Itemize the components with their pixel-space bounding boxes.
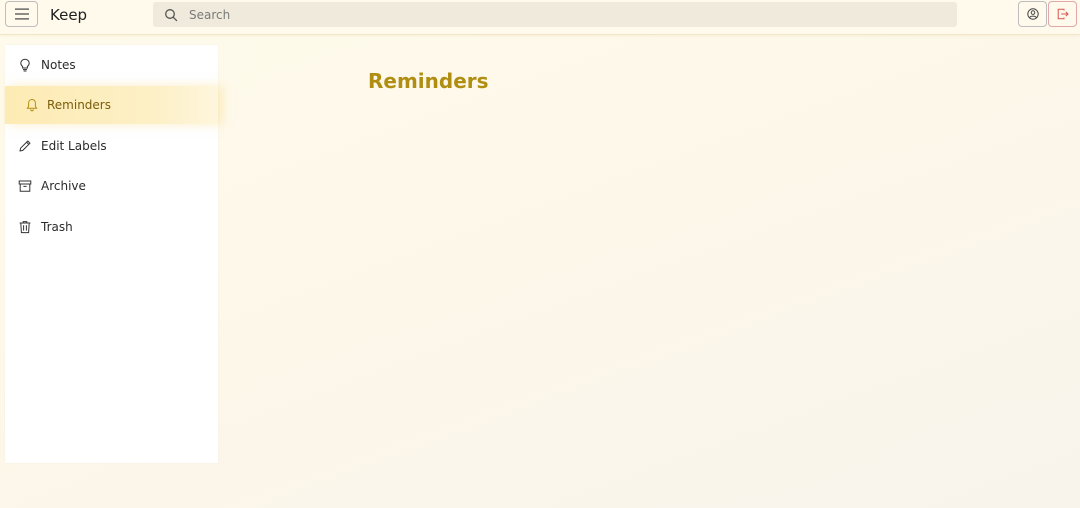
sidebar-item-trash[interactable]: Trash <box>5 208 218 246</box>
search-input[interactable] <box>189 4 929 25</box>
sidebar-item-label: Trash <box>41 220 73 234</box>
sidebar-item-archive[interactable]: Archive <box>5 167 218 205</box>
lightbulb-icon <box>18 58 32 72</box>
profile-button[interactable] <box>1018 1 1047 27</box>
page-title: Reminders <box>368 69 489 93</box>
sidebar-item-reminders[interactable]: Reminders <box>5 86 218 124</box>
sidebar-item-label: Notes <box>41 58 76 72</box>
top-bar: Keep <box>0 0 1080 35</box>
logout-icon <box>1057 8 1069 20</box>
main-menu-button[interactable] <box>5 1 38 27</box>
sidebar-item-label: Edit Labels <box>41 139 107 153</box>
app-title: Keep <box>50 6 88 24</box>
search-bar[interactable] <box>153 2 957 27</box>
bell-icon <box>25 98 39 112</box>
hamburger-icon <box>14 8 29 20</box>
sidebar-item-label: Archive <box>41 179 86 193</box>
sidebar-item-notes[interactable]: Notes <box>5 46 218 84</box>
sidebar-item-edit-labels[interactable]: Edit Labels <box>5 127 218 165</box>
sidebar-item-label: Reminders <box>47 98 111 112</box>
sidebar: Notes Reminders Edit Labels Archive Tras… <box>5 45 218 463</box>
archive-icon <box>18 179 32 193</box>
logout-button[interactable] <box>1048 1 1077 27</box>
pencil-icon <box>18 139 32 153</box>
search-icon <box>165 9 178 22</box>
trash-icon <box>18 220 32 234</box>
user-circle-icon <box>1026 8 1039 20</box>
